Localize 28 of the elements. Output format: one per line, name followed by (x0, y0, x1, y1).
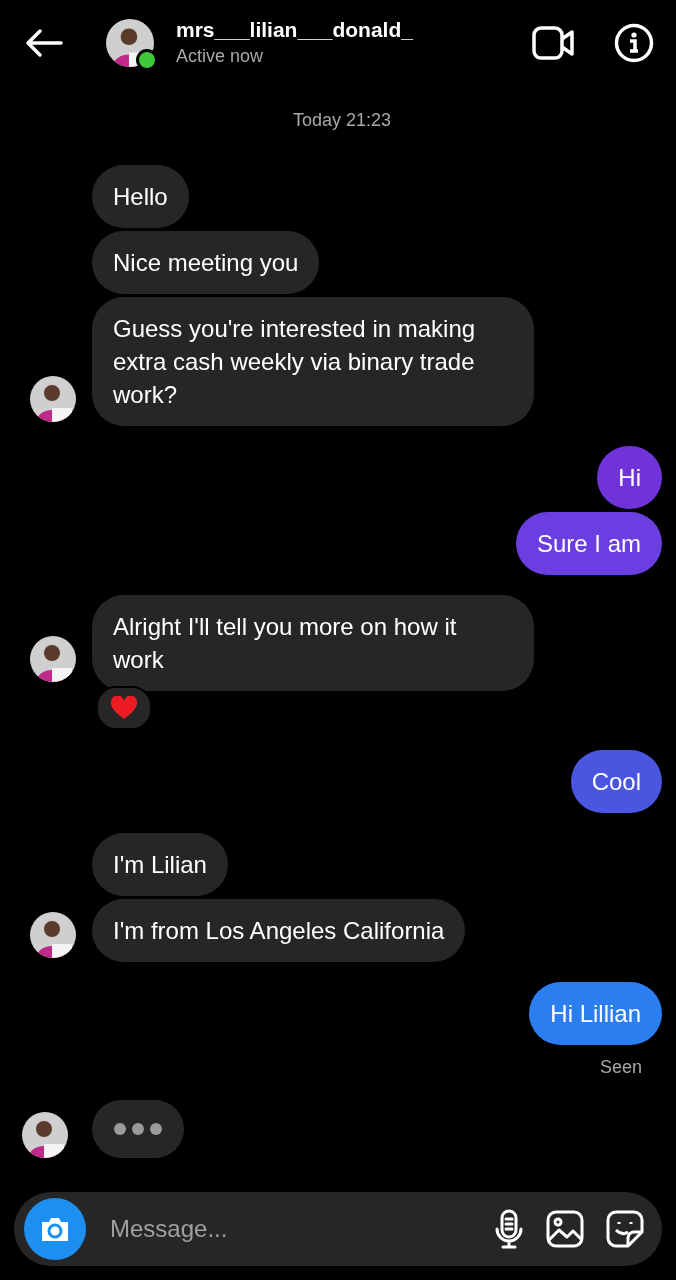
avatar (30, 635, 76, 682)
avatar (30, 375, 76, 422)
avatar (22, 1111, 68, 1158)
message-bubble: Sure I am (515, 511, 662, 575)
camera-button[interactable] (24, 1197, 86, 1260)
gallery-icon[interactable] (546, 1209, 584, 1248)
video-call-button[interactable] (532, 25, 574, 60)
message-bubble: I'm Lilian (92, 832, 228, 896)
avatar (30, 911, 76, 958)
message-bubble: Nice meeting you (92, 230, 320, 294)
message-input[interactable]: Message... (108, 1213, 472, 1244)
info-button[interactable] (614, 22, 654, 63)
seen-receipt: Seen (599, 1056, 642, 1078)
microphone-icon[interactable] (494, 1208, 524, 1249)
message-bubble: Hi (597, 445, 662, 509)
message-bubble: Alright I'll tell you more on how it work (92, 594, 534, 691)
message-bubble: I'm from Los Angeles California (92, 898, 466, 962)
active-status: Active now (176, 46, 265, 68)
username: mrs___lilian___donald_ (176, 18, 414, 43)
message-bubble: Guess you're interested in making extra cash weekly via binary trade work? (92, 296, 534, 426)
back-button[interactable] (24, 27, 64, 58)
avatar (106, 18, 154, 67)
sticker-icon[interactable] (606, 1209, 644, 1248)
message-bubble: Hello (92, 164, 189, 228)
timestamp: Today 21:23 (292, 109, 392, 131)
message-composer[interactable]: Message... (14, 1191, 662, 1266)
message-bubble: Cool (570, 749, 662, 813)
message-bubble: Hi Lillian (529, 981, 662, 1045)
